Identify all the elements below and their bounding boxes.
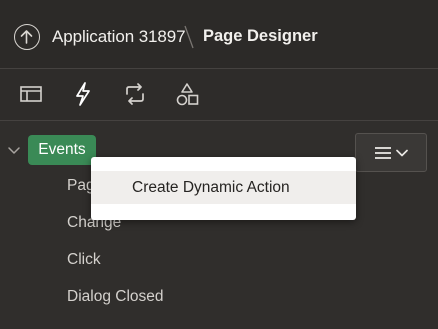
app-header: Application 31897 Page Designer: [0, 0, 438, 69]
tree-node-click[interactable]: Click: [67, 251, 101, 269]
context-menu: Create Dynamic Action: [91, 157, 356, 220]
chevron-down-icon[interactable]: [7, 146, 21, 156]
layout-icon: [20, 86, 42, 102]
tab-dynamic-actions[interactable]: [68, 79, 98, 109]
arrow-up-circle-icon[interactable]: [14, 24, 40, 50]
tab-rendering[interactable]: [16, 79, 46, 109]
actions-menu-button[interactable]: [355, 133, 427, 172]
application-name[interactable]: Application 31897: [52, 27, 186, 47]
shapes-icon: [176, 83, 199, 106]
hamburger-icon: [375, 146, 391, 159]
lightning-icon: [76, 82, 90, 106]
tree-node-events[interactable]: Events: [28, 135, 96, 165]
tree-node-dialog-closed[interactable]: Dialog Closed: [67, 288, 164, 306]
refresh-arrows-icon: [126, 83, 144, 105]
menu-item-create-dynamic-action[interactable]: Create Dynamic Action: [91, 171, 356, 204]
breadcrumb-separator-icon: [184, 25, 194, 49]
tab-processing[interactable]: [120, 79, 150, 109]
page-title: Page Designer: [203, 27, 318, 45]
tab-shared-components[interactable]: [172, 79, 202, 109]
chevron-down-icon: [396, 149, 408, 156]
designer-tab-bar: [0, 69, 438, 121]
